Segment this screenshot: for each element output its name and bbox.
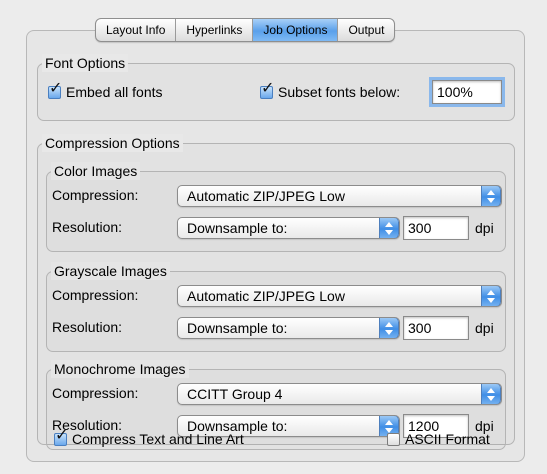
color-resolution-popup[interactable]: Downsample to: <box>177 217 400 239</box>
grayscale-resolution-popup[interactable]: Downsample to: <box>177 317 400 339</box>
tab-hyperlinks[interactable]: Hyperlinks <box>176 19 254 41</box>
up-down-arrows-icon <box>481 384 501 404</box>
embed-all-fonts-checkbox[interactable]: ✓ Embed all fonts <box>48 80 163 100</box>
compress-text-box[interactable]: ✓ <box>54 427 68 446</box>
checkmark-icon: ✓ <box>261 79 275 97</box>
checkmark-icon: ✓ <box>49 79 63 97</box>
tab-bar: Layout Info Hyperlinks Job Options Outpu… <box>95 18 396 42</box>
color-resolution-value: Downsample to: <box>187 220 288 236</box>
compression-options-group: Compression Options Color Images Compres… <box>37 134 515 450</box>
color-images-title: Color Images <box>51 162 141 180</box>
grayscale-compression-label: Compression: <box>52 287 139 303</box>
color-dpi-unit: dpi <box>475 220 494 236</box>
grayscale-dpi-input[interactable] <box>403 316 469 340</box>
color-images-group: Color Images Compression: Automatic ZIP/… <box>46 162 506 252</box>
color-compression-popup[interactable]: Automatic ZIP/JPEG Low <box>177 185 502 207</box>
ascii-format-box[interactable] <box>387 432 400 446</box>
grayscale-images-group: Grayscale Images Compression: Automatic … <box>46 262 506 352</box>
grayscale-compression-popup[interactable]: Automatic ZIP/JPEG Low <box>177 285 502 307</box>
ascii-format-label: ASCII Format <box>405 431 490 447</box>
grayscale-dpi-unit: dpi <box>475 320 494 336</box>
monochrome-compression-label: Compression: <box>52 385 139 401</box>
ascii-format-checkbox[interactable]: ASCII Format <box>387 431 490 447</box>
embed-all-fonts-box[interactable]: ✓ <box>48 80 62 99</box>
color-dpi-input[interactable] <box>403 216 469 240</box>
up-down-arrows-icon <box>379 318 399 338</box>
up-down-arrows-icon <box>481 186 501 206</box>
monochrome-compression-popup[interactable]: CCITT Group 4 <box>177 383 502 405</box>
up-down-arrows-icon <box>481 286 501 306</box>
grayscale-images-title: Grayscale Images <box>51 262 170 280</box>
checkmark-icon: ✓ <box>55 426 69 444</box>
compression-options-title: Compression Options <box>42 134 183 152</box>
tab-job-options[interactable]: Job Options <box>253 19 339 41</box>
monochrome-compression-value: CCITT Group 4 <box>187 386 283 402</box>
color-compression-label: Compression: <box>52 187 139 203</box>
subset-fonts-label: Subset fonts below: <box>278 84 401 100</box>
up-down-arrows-icon <box>379 218 399 238</box>
job-options-panel: Font Options ✓ Embed all fonts ✓ Subset … <box>26 30 525 462</box>
grayscale-compression-value: Automatic ZIP/JPEG Low <box>187 288 345 304</box>
color-compression-value: Automatic ZIP/JPEG Low <box>187 188 345 204</box>
grayscale-resolution-value: Downsample to: <box>187 320 288 336</box>
subset-percent-input[interactable] <box>429 77 505 107</box>
embed-all-fonts-label: Embed all fonts <box>66 84 163 100</box>
subset-fonts-box[interactable]: ✓ <box>260 80 274 99</box>
monochrome-images-title: Monochrome Images <box>51 360 189 378</box>
tab-layout-info[interactable]: Layout Info <box>96 19 177 41</box>
tab-output[interactable]: Output <box>338 19 394 41</box>
subset-fonts-checkbox[interactable]: ✓ Subset fonts below: <box>260 80 401 100</box>
font-options-group: Font Options ✓ Embed all fonts ✓ Subset … <box>37 54 515 121</box>
font-options-title: Font Options <box>42 54 129 72</box>
compress-text-checkbox[interactable]: ✓ Compress Text and Line Art <box>54 427 244 447</box>
color-resolution-label: Resolution: <box>52 219 123 235</box>
compress-text-label: Compress Text and Line Art <box>72 431 244 447</box>
grayscale-resolution-label: Resolution: <box>52 319 123 335</box>
